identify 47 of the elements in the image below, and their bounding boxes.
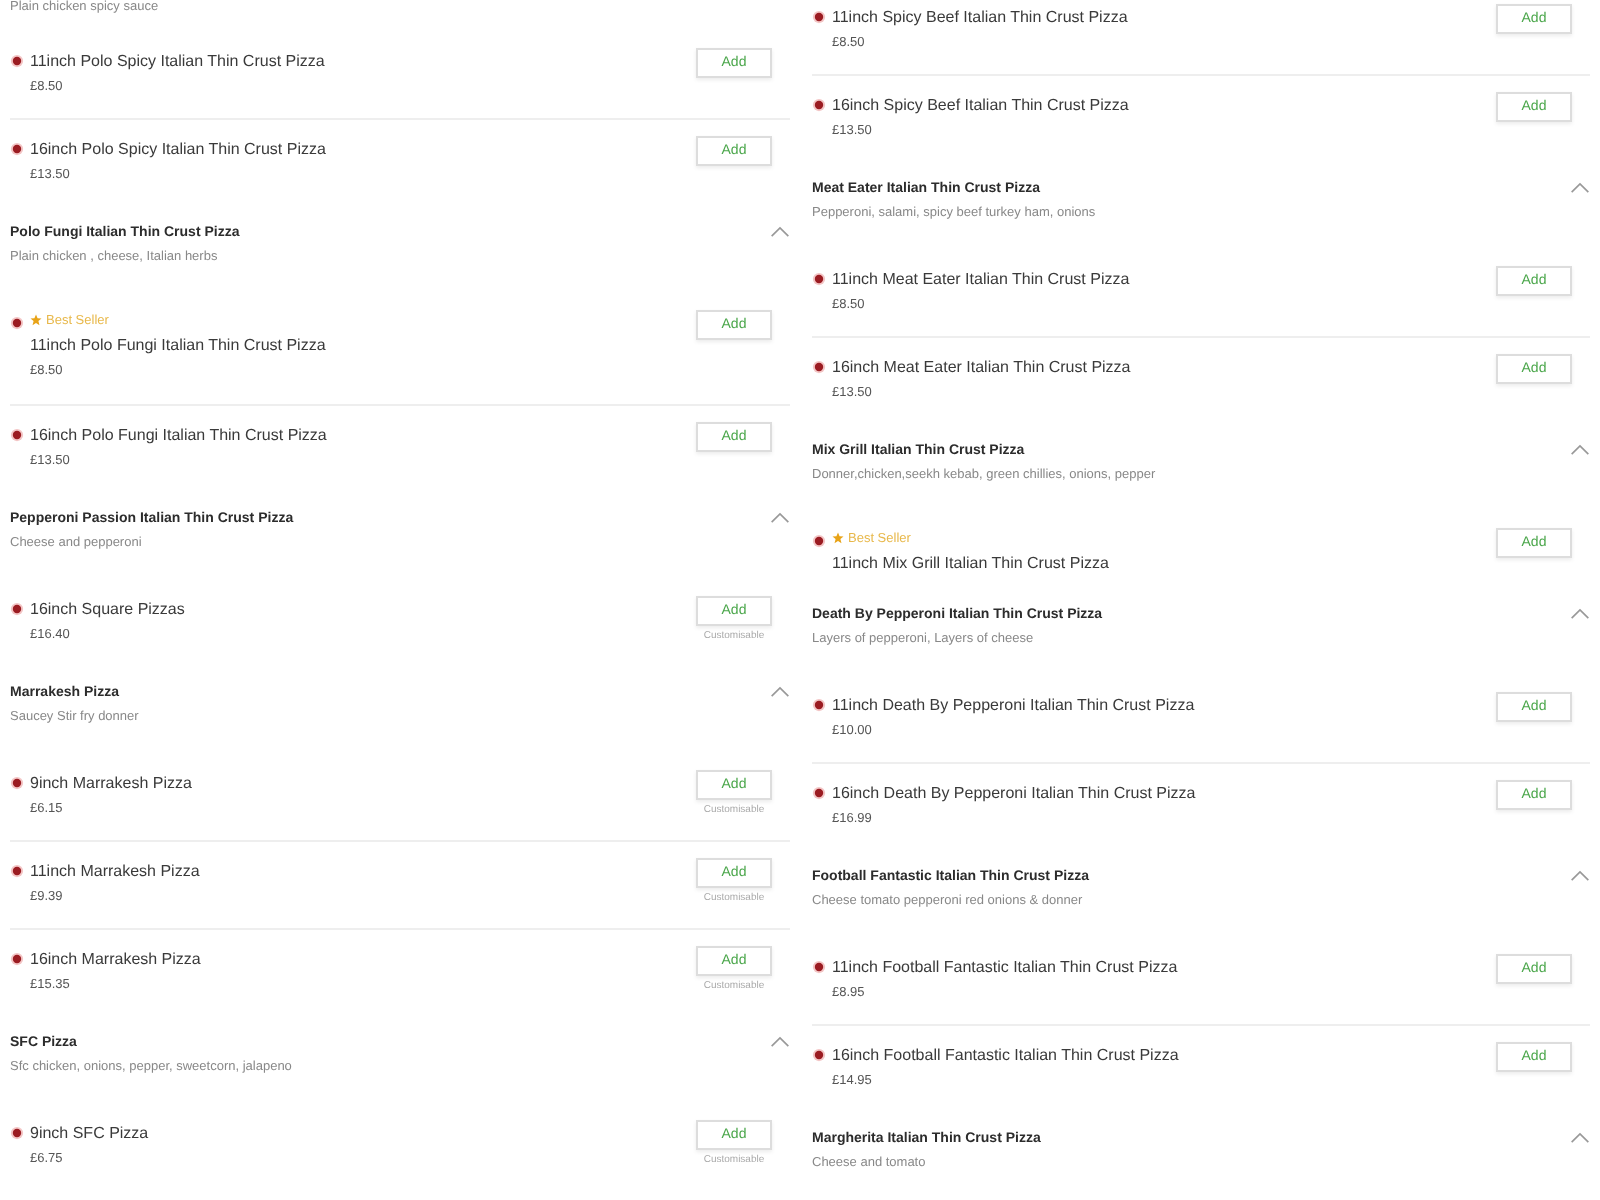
item-name: 16inch Polo Fungi Italian Thin Crust Pizza xyxy=(30,424,327,448)
chevron-up-icon[interactable] xyxy=(1570,182,1590,194)
chevron-up-icon[interactable] xyxy=(1570,444,1590,456)
non-veg-dot-icon xyxy=(812,960,826,974)
non-veg-dot-icon xyxy=(10,428,24,442)
non-veg-dot-icon xyxy=(10,864,24,878)
item-name: 9inch SFC Pizza xyxy=(30,1122,149,1146)
non-veg-dot-icon xyxy=(10,776,24,790)
non-veg-dot-icon xyxy=(10,952,24,966)
star-icon xyxy=(832,532,844,544)
non-veg-dot-icon xyxy=(812,360,826,374)
non-veg-dot-icon xyxy=(10,1126,24,1140)
non-veg-dot-icon xyxy=(10,142,24,156)
item-name: 11inch Football Fantastic Italian Thin Crust Pizza xyxy=(832,956,1178,980)
item-name: 16inch Square Pizzas xyxy=(30,598,185,622)
non-veg-dot-icon xyxy=(812,98,826,112)
chevron-up-icon[interactable] xyxy=(770,1036,790,1048)
item-name: 11inch Mix Grill Italian Thin Crust Pizza xyxy=(832,552,1109,576)
item-name: 11inch Death By Pepperoni Italian Thin Crust Pizza xyxy=(832,694,1195,718)
item-name: 16inch Marrakesh Pizza xyxy=(30,948,201,972)
star-icon xyxy=(30,314,42,326)
item-name: 16inch Death By Pepperoni Italian Thin Crust Pizza xyxy=(832,782,1196,806)
non-veg-dot-icon xyxy=(10,54,24,68)
non-veg-dot-icon xyxy=(812,534,826,548)
chevron-up-icon[interactable] xyxy=(1570,870,1590,882)
chevron-up-icon[interactable] xyxy=(1570,608,1590,620)
chevron-up-icon[interactable] xyxy=(770,686,790,698)
item-name: 16inch Football Fantastic Italian Thin Crust Pizza xyxy=(832,1044,1179,1068)
chevron-up-icon[interactable] xyxy=(770,512,790,524)
item-name: 11inch Polo Spicy Italian Thin Crust Pizza xyxy=(30,50,325,74)
non-veg-dot-icon xyxy=(812,10,826,24)
item-name: 9inch Marrakesh Pizza xyxy=(30,772,192,796)
item-name: 11inch Marrakesh Pizza xyxy=(30,860,200,884)
non-veg-dot-icon xyxy=(812,786,826,800)
item-name: 16inch Spicy Beef Italian Thin Crust Pizza xyxy=(832,94,1129,118)
item-name: 11inch Polo Fungi Italian Thin Crust Pizza xyxy=(30,334,326,358)
item-name: 11inch Spicy Beef Italian Thin Crust Pizza xyxy=(832,6,1128,30)
non-veg-dot-icon xyxy=(812,1048,826,1062)
non-veg-dot-icon xyxy=(10,316,24,330)
item-name: 16inch Polo Spicy Italian Thin Crust Pizza xyxy=(30,138,326,162)
chevron-up-icon[interactable] xyxy=(1570,1132,1590,1144)
non-veg-dot-icon xyxy=(812,698,826,712)
item-name: 16inch Meat Eater Italian Thin Crust Pizza xyxy=(832,356,1131,380)
non-veg-dot-icon xyxy=(10,602,24,616)
non-veg-dot-icon xyxy=(812,272,826,286)
item-name: 11inch Meat Eater Italian Thin Crust Pizza xyxy=(832,268,1130,292)
chevron-up-icon[interactable] xyxy=(770,226,790,238)
